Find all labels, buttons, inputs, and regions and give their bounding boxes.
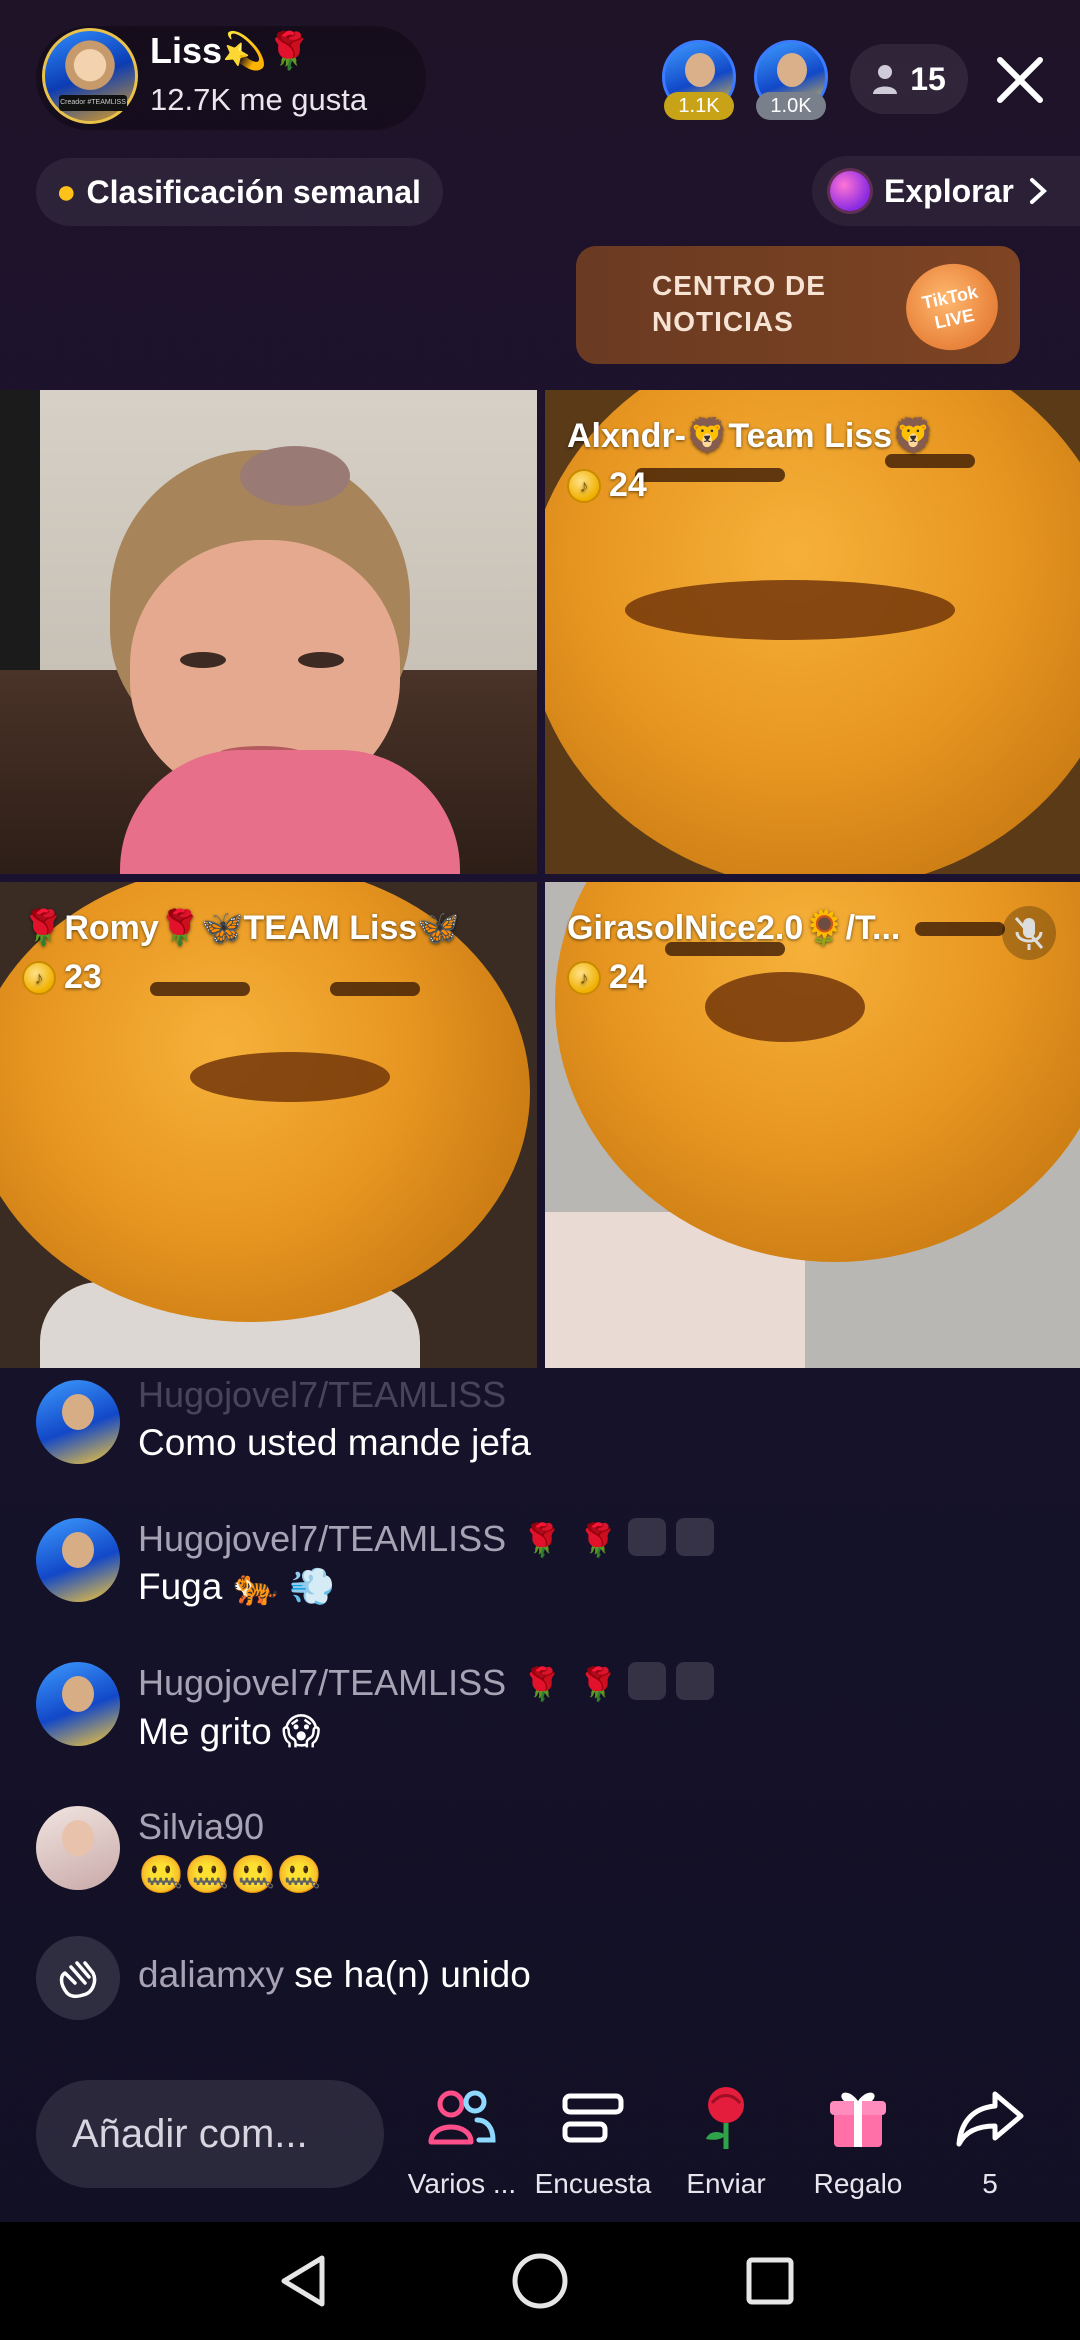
chat-avatar[interactable]: [36, 1806, 120, 1890]
chat-text: Como usted mande jefa: [138, 1422, 531, 1463]
weekly-ranking-button[interactable]: ● Clasificación semanal: [36, 158, 443, 226]
coin-icon: ♪: [22, 960, 56, 995]
guest-coins-value-2: 23: [64, 958, 102, 996]
host-likes: 12.7K me gusta: [150, 82, 368, 117]
poll-label: Encuesta: [534, 2168, 652, 2199]
chat-username: Hugojovel7/TEAMLISS: [138, 1662, 507, 1703]
guest-coins-1: ♪ 24: [567, 466, 647, 505]
mic-off-icon: [1002, 906, 1056, 960]
close-icon: [997, 57, 1043, 103]
multi-guest-button[interactable]: Varios ...: [402, 2080, 522, 2200]
person-icon: [873, 65, 898, 94]
planet-icon: [830, 171, 870, 211]
host-name: Liss💫🌹: [150, 30, 312, 71]
viewer-count-value: 15: [910, 60, 946, 97]
share-arrow-icon: [930, 2080, 1050, 2156]
gift-button[interactable]: Regalo: [798, 2080, 918, 2200]
poll-button[interactable]: Encuesta: [533, 2080, 653, 2200]
coin-icon: ♪: [567, 960, 601, 995]
news-center-text: CENTRO DE NOTICIAS: [652, 270, 826, 337]
join-notice-text: daliamxy se ha(n) unido: [138, 1954, 531, 1996]
guest-name-3: GirasolNice2.0🌻/T...: [567, 909, 901, 947]
multi-guest-icon: [402, 2080, 522, 2156]
chat-username[interactable]: Hugojovel7/TEAMLISS: [138, 1374, 506, 1416]
news-center-banner[interactable]: CENTRO DE NOTICIAS TikTok LIVE: [576, 246, 1020, 364]
send-label: Enviar: [686, 2168, 766, 2199]
recents-square-icon: [746, 2257, 794, 2305]
friend-badge-icon: [675, 1518, 714, 1557]
chat-username-row[interactable]: Hugojovel7/TEAMLISS 🌹 🌹: [138, 1518, 714, 1560]
join-message: se ha(n) unido: [294, 1954, 531, 1995]
chevron-right-icon: [1029, 178, 1047, 204]
follow-badge-icon: [627, 1662, 666, 1701]
system-navigation-bar: [0, 2222, 1080, 2340]
close-button[interactable]: [990, 50, 1050, 110]
guest-video-tile-3[interactable]: GirasolNice2.0🌻/T... ♪ 24: [545, 882, 1080, 1368]
guest-name-2: 🌹Romy🌹🦋TEAM Liss🦋: [22, 909, 460, 947]
back-triangle-icon: [281, 2255, 325, 2307]
chat-text: 🤐🤐🤐🤐: [138, 1854, 323, 1895]
guest-video-tile-1[interactable]: Alxndr-🦁Team Liss🦁 ♪ 24: [545, 390, 1080, 874]
explore-label: Explorar: [884, 172, 1014, 209]
viewer-count[interactable]: 15: [850, 44, 968, 114]
guest-coins-2: ♪ 23: [22, 958, 102, 997]
explore-button[interactable]: Explorar: [812, 156, 1080, 226]
coin-icon: ♪: [567, 468, 601, 503]
join-username[interactable]: daliamxy: [138, 1954, 284, 1995]
flame-icon: ●: [56, 172, 77, 211]
gift-icon: [798, 2080, 918, 2156]
guest-coins-3: ♪ 24: [567, 958, 647, 997]
chat-username[interactable]: Silvia90: [138, 1806, 264, 1848]
chat-text: Fuga 🐅 💨: [138, 1566, 336, 1607]
chat-text: Me grito 😱: [138, 1711, 321, 1752]
gift-label: Regalo: [813, 2168, 903, 2199]
chat-username: Hugojovel7/TEAMLISS: [138, 1518, 507, 1559]
tiktok-live-logo: TikTok LIVE: [898, 255, 1006, 359]
guest-coins-value-3: 24: [609, 958, 647, 996]
top-viewer-badge-2: 1.0K: [756, 92, 826, 120]
poll-icon: [533, 2080, 653, 2156]
rose-icon: 🌹: [522, 1522, 563, 1558]
rose-icon: [666, 2080, 786, 2156]
chat-avatar[interactable]: [36, 1380, 120, 1464]
rose-icon: 🌹: [578, 1522, 618, 1558]
host-avatar[interactable]: Creador #TEAMLISS: [42, 28, 138, 124]
comment-input[interactable]: Añadir com...: [36, 2080, 384, 2188]
back-button[interactable]: [270, 2246, 340, 2316]
host-avatar-tag: Creador #TEAMLISS: [59, 95, 127, 111]
follow-badge-icon: [627, 1518, 666, 1557]
guest-name-1: Alxndr-🦁Team Liss🦁: [567, 417, 935, 455]
multi-guest-label: Varios ...: [407, 2168, 517, 2199]
chat-avatar[interactable]: [36, 1662, 120, 1746]
share-button[interactable]: 5: [930, 2080, 1050, 2200]
host-video-tile[interactable]: [0, 390, 537, 874]
chat-username-row[interactable]: Hugojovel7/TEAMLISS 🌹 🌹: [138, 1662, 714, 1704]
send-rose-button[interactable]: Enviar: [666, 2080, 786, 2200]
rose-icon: 🌹: [578, 1666, 618, 1702]
friend-badge-icon: [675, 1662, 714, 1701]
multi-guest-grid: Alxndr-🦁Team Liss🦁 ♪ 24 🌹Romy🌹🦋TEAM Liss…: [0, 390, 1080, 1368]
guest-coins-value-1: 24: [609, 466, 647, 504]
top-viewer-badge-1: 1.1K: [664, 92, 734, 120]
wave-hand-icon: [36, 1936, 120, 2020]
chat-avatar[interactable]: [36, 1518, 120, 1602]
guest-video-tile-2[interactable]: 🌹Romy🌹🦋TEAM Liss🦋 ♪ 23: [0, 882, 537, 1368]
rose-icon: 🌹: [522, 1666, 563, 1702]
home-button[interactable]: [505, 2246, 575, 2316]
share-count: 5: [982, 2168, 998, 2199]
weekly-ranking-label: Clasificación semanal: [86, 173, 421, 210]
recents-button[interactable]: [735, 2246, 805, 2316]
home-circle-icon: [512, 2253, 568, 2309]
